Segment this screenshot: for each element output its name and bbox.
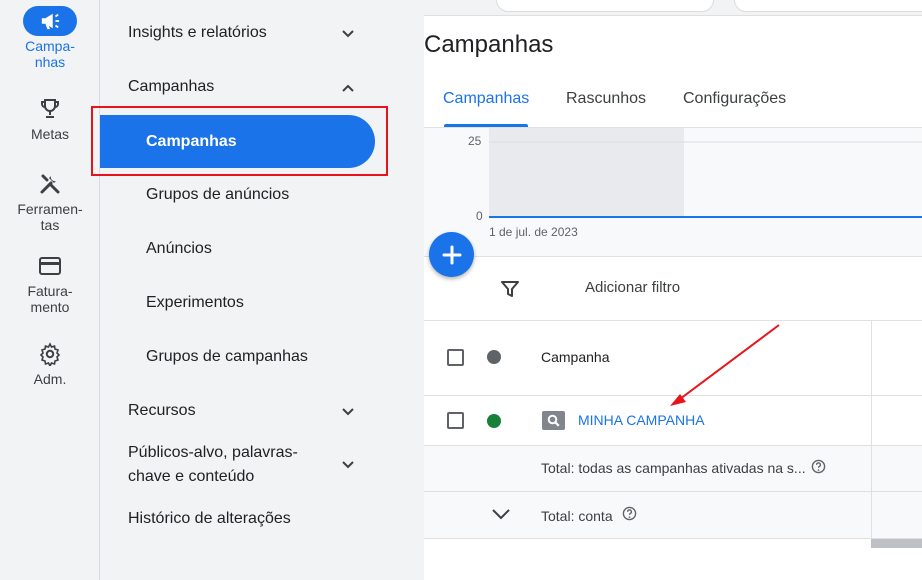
annotation-arrow	[670, 324, 780, 406]
